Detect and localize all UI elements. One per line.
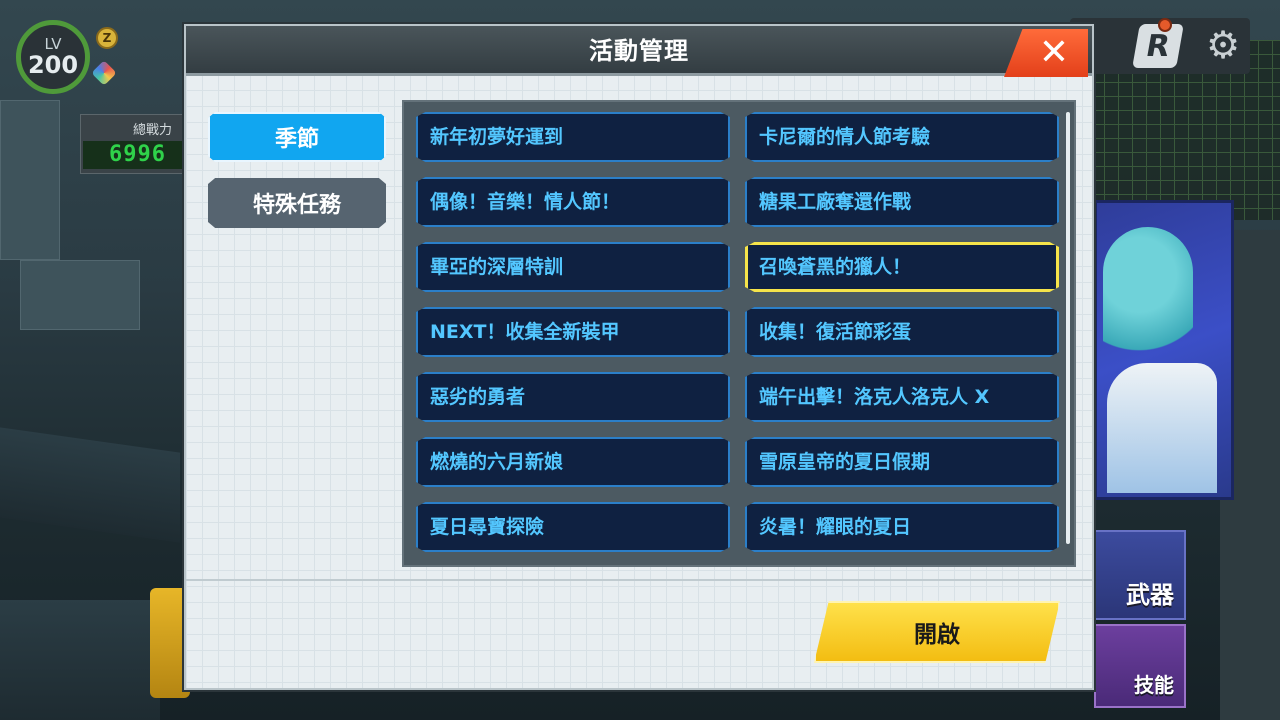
event-item[interactable]: 燃燒的六月新娘 [416,437,730,487]
tab-special-mission[interactable]: 特殊任務 [208,178,386,228]
bg-block [20,260,140,330]
level-label: LV [44,34,62,53]
zenny-coin-icon: Z [96,27,118,49]
r-menu-icon[interactable]: R [1132,24,1184,68]
weapon-button[interactable]: 武器 [1094,530,1186,620]
event-item[interactable]: 糖果工廠奪還作戰 [745,177,1059,227]
bg-block [0,100,60,260]
event-list: 新年初夢好運到 卡尼爾的情人節考驗 偶像！音樂！情人節！ 糖果工廠奪還作戰 畢亞… [402,100,1076,567]
notification-dot-icon [1158,18,1172,32]
gear-icon[interactable]: ⚙ [1200,22,1246,68]
character-card[interactable] [1094,200,1234,500]
close-icon: ✕ [1038,32,1070,73]
list-scrollbar[interactable] [1066,112,1070,544]
tab-special-mission-label: 特殊任務 [252,193,341,218]
dialog-title: 活動管理 [589,37,689,65]
event-item[interactable]: NEXT！收集全新裝甲 [416,307,730,357]
event-item[interactable]: 端午出擊！洛克人洛克人 X [745,372,1059,422]
power-panel: 總戰力 6996 [80,114,190,174]
event-item[interactable]: 偶像！音樂！情人節！ [416,177,730,227]
bg-beam [0,600,160,720]
power-value: 6996 [83,141,187,169]
event-item[interactable]: 雪原皇帝的夏日假期 [745,437,1059,487]
level-value: 200 [27,50,79,79]
character-illustration [1107,363,1217,493]
event-item[interactable]: 收集！復活節彩蛋 [745,307,1059,357]
skill-button[interactable]: 技能 [1094,624,1186,708]
weapon-label: 武器 [1126,581,1174,609]
event-item[interactable]: 惡劣的勇者 [416,372,730,422]
event-item-selected[interactable]: 召喚蒼黑的獵人！ [745,242,1059,292]
event-item[interactable]: 卡尼爾的情人節考驗 [745,112,1059,162]
bg-beam [0,427,180,543]
open-button-label: 開啟 [914,622,960,648]
level-badge: LV 200 [16,20,90,94]
event-item[interactable]: 炎暑！耀眼的夏日 [745,502,1059,552]
event-management-dialog: 活動管理 ✕ 季節 特殊任務 新年初夢好運到 卡尼爾的情人節考驗 偶像！音樂！情… [184,24,1094,690]
skill-label: 技能 [1134,673,1174,697]
tab-season[interactable]: 季節 [208,112,386,162]
open-button[interactable]: 開啟 [814,601,1060,663]
event-item[interactable]: 畢亞的深層特訓 [416,242,730,292]
dialog-header: 活動管理 [186,26,1092,76]
footer-divider [186,579,1092,581]
power-label: 總戰力 [133,123,173,138]
event-item[interactable]: 新年初夢好運到 [416,112,730,162]
tab-season-label: 季節 [274,127,319,152]
event-item[interactable]: 夏日尋寶探險 [416,502,730,552]
